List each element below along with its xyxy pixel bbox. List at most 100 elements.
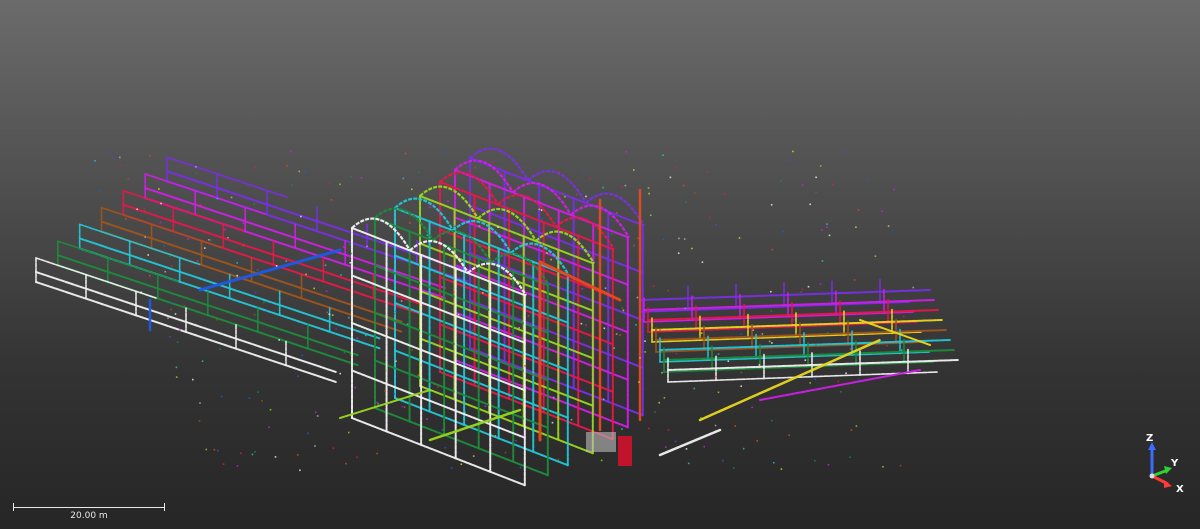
point-cloud-point	[149, 154, 151, 157]
point-cloud-segment	[643, 311, 915, 323]
point-cloud-point	[541, 218, 543, 221]
point-cloud-point	[314, 411, 317, 413]
point-cloud-point	[335, 328, 337, 330]
point-cloud-point	[576, 273, 579, 275]
point-cloud-point	[768, 340, 771, 343]
point-cloud-point	[208, 239, 210, 241]
point-cloud-point	[345, 462, 347, 465]
point-cloud-point	[866, 178, 868, 181]
point-cloud-point	[685, 448, 688, 450]
point-cloud-point	[687, 462, 690, 465]
point-cloud-point	[356, 456, 358, 458]
point-cloud-point	[551, 421, 554, 424]
point-cloud-point	[788, 159, 791, 161]
point-cloud-point	[558, 281, 561, 284]
point-cloud-point	[675, 352, 678, 355]
point-cloud-point	[581, 288, 583, 290]
point-cloud-point	[610, 232, 613, 235]
point-cloud-point	[857, 209, 860, 211]
point-cloud-point	[558, 171, 560, 174]
point-cloud-point	[356, 337, 359, 339]
3d-viewport[interactable]	[0, 0, 1200, 529]
x-axis-arrowhead	[1164, 480, 1172, 488]
point-cloud-point	[780, 180, 782, 182]
point-cloud-point	[313, 287, 315, 290]
point-cloud-point	[144, 236, 146, 238]
point-cloud-point	[893, 188, 896, 191]
point-cloud-point	[482, 292, 484, 294]
point-cloud-point	[819, 165, 822, 167]
point-cloud-point	[417, 374, 419, 376]
point-cloud-point	[678, 237, 680, 240]
point-cloud-point	[800, 291, 802, 293]
point-cloud-point	[144, 210, 146, 213]
point-cloud-point	[840, 391, 842, 393]
point-cloud-point	[855, 226, 857, 228]
point-cloud-point	[511, 366, 513, 369]
point-cloud-point	[199, 204, 202, 207]
point-cloud-point	[622, 309, 625, 312]
point-cloud-point	[236, 465, 239, 467]
point-cloud-point	[216, 197, 219, 200]
point-cloud-point	[580, 322, 583, 325]
point-cloud-point	[661, 371, 663, 374]
point-cloud-point	[576, 194, 578, 196]
point-cloud-point	[426, 418, 428, 420]
point-cloud-point	[667, 429, 670, 431]
point-cloud-point	[348, 431, 350, 434]
point-cloud-point	[734, 425, 736, 427]
point-cloud-point	[220, 395, 223, 398]
point-cloud-point	[635, 324, 637, 326]
point-cloud-point	[304, 171, 306, 173]
point-cloud-point	[450, 467, 453, 469]
point-cloud-point	[654, 411, 656, 413]
point-cloud-point	[254, 166, 257, 168]
point-cloud-point	[350, 252, 352, 255]
point-cloud-point	[325, 290, 328, 292]
point-cloud-point	[169, 336, 171, 338]
point-cloud-point	[479, 314, 482, 317]
point-cloud-point	[504, 451, 507, 454]
point-cloud-point	[826, 223, 828, 225]
point-cloud-segment	[651, 331, 923, 343]
point-cloud-point	[557, 458, 560, 461]
point-cloud-point	[432, 224, 434, 226]
point-cloud-point	[275, 265, 278, 267]
point-cloud-point	[771, 342, 773, 344]
point-cloud-point	[187, 238, 189, 240]
point-cloud-point	[402, 177, 405, 180]
point-cloud-point	[478, 225, 481, 227]
point-cloud-point	[849, 348, 852, 350]
point-cloud-point	[740, 371, 743, 374]
point-cloud-point	[562, 193, 564, 195]
point-cloud-point	[217, 449, 219, 452]
point-cloud-point	[328, 313, 331, 315]
point-cloud-point	[452, 291, 455, 293]
point-cloud-point	[717, 353, 720, 355]
point-cloud-point	[537, 345, 540, 348]
point-cloud-point	[792, 150, 794, 153]
point-cloud-point	[297, 375, 299, 377]
point-cloud-arch	[469, 147, 529, 182]
point-cloud-point	[434, 383, 436, 385]
point-cloud-point	[366, 245, 368, 248]
point-cloud-point	[119, 156, 121, 159]
point-cloud-segment	[639, 289, 931, 301]
point-cloud-point	[602, 186, 604, 189]
point-cloud-point	[850, 429, 853, 431]
point-cloud-segment	[659, 351, 931, 363]
point-cloud-point	[693, 192, 696, 194]
point-cloud-point	[175, 366, 178, 369]
point-cloud-segment	[759, 369, 921, 401]
point-cloud-point	[192, 378, 194, 381]
point-cloud-point	[393, 392, 396, 395]
point-cloud-point	[826, 226, 828, 228]
point-cloud-point	[339, 372, 341, 375]
scale-bar-label: 20.00 m	[70, 511, 108, 521]
point-cloud-point	[324, 264, 327, 266]
point-cloud-point	[143, 207, 146, 209]
point-cloud-point	[404, 152, 407, 155]
point-cloud-point	[472, 455, 475, 457]
point-cloud-point	[532, 373, 535, 376]
point-cloud-point	[684, 307, 687, 310]
